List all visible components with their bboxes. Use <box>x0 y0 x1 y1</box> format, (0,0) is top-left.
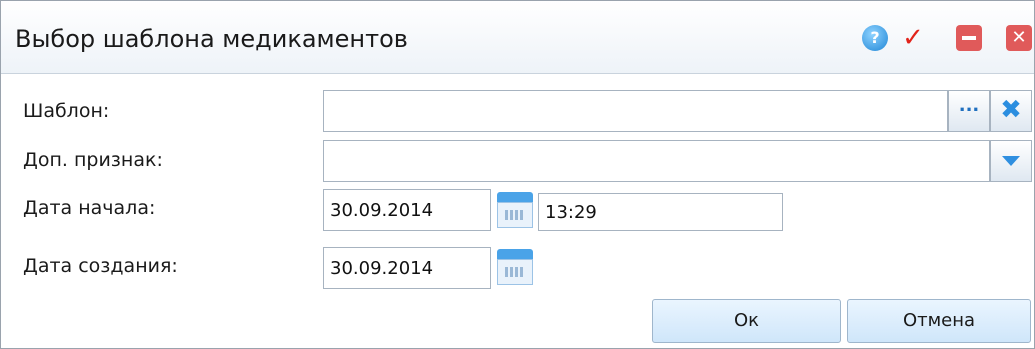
dialog-window: Выбор шаблона медикаментов ? ✓ ✕ Шаблон:… <box>0 0 1035 349</box>
extra-attribute-label: Доп. признак: <box>23 149 163 171</box>
check-icon[interactable]: ✓ <box>900 25 926 51</box>
template-clear-button[interactable]: ✖ <box>990 90 1032 132</box>
chevron-down-icon <box>1002 156 1020 166</box>
created-date-calendar-button[interactable] <box>495 247 535 287</box>
template-input[interactable] <box>323 90 948 132</box>
extra-attribute-input[interactable] <box>323 140 990 182</box>
created-date-input[interactable] <box>323 247 491 289</box>
extra-attribute-dropdown-button[interactable] <box>990 140 1032 182</box>
dialog-title: Выбор шаблона медикаментов <box>15 25 408 53</box>
template-browse-button[interactable]: ... <box>948 90 990 132</box>
minimize-icon[interactable] <box>956 25 982 51</box>
calendar-icon <box>505 210 525 220</box>
cancel-button[interactable]: Отмена <box>847 299 1031 343</box>
start-date-calendar-button[interactable] <box>495 190 535 230</box>
start-date-input[interactable] <box>323 189 491 231</box>
title-bar: Выбор шаблона медикаментов ? ✓ ✕ <box>1 1 1034 74</box>
help-icon[interactable]: ? <box>862 25 888 51</box>
start-date-label: Дата начала: <box>23 197 156 219</box>
close-icon[interactable]: ✕ <box>1006 25 1032 51</box>
created-date-label: Дата создания: <box>23 255 178 277</box>
template-label: Шаблон: <box>23 100 110 122</box>
start-time-input[interactable] <box>538 193 783 231</box>
calendar-icon <box>505 267 525 277</box>
ok-button[interactable]: Ок <box>652 299 841 343</box>
